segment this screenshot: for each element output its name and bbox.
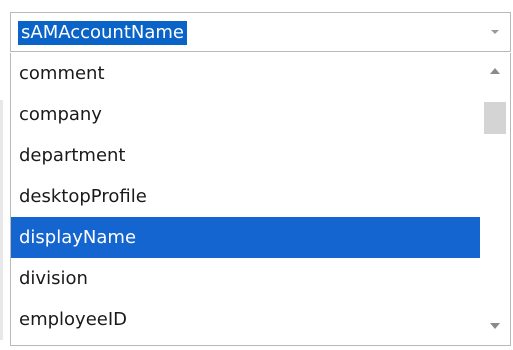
attribute-dropdown-window: sAMAccountName comment company departmen…	[0, 0, 513, 350]
attribute-combo-box[interactable]: sAMAccountName	[10, 12, 511, 52]
scroll-up-button[interactable]	[480, 59, 510, 83]
background-sliver	[0, 100, 3, 340]
vertical-scrollbar[interactable]	[480, 53, 510, 344]
list-item-employeeid[interactable]: employeeID	[11, 299, 481, 340]
scroll-down-button[interactable]	[480, 314, 510, 338]
combo-dropdown-button[interactable]	[480, 13, 510, 51]
scroll-up-arrow-icon	[490, 68, 500, 74]
list-item-comment[interactable]: comment	[11, 53, 481, 94]
attribute-dropdown-list[interactable]: comment company department desktopProfil…	[10, 53, 511, 346]
chevron-down-icon	[491, 30, 499, 34]
list-item-division[interactable]: division	[11, 258, 481, 299]
list-item-desktopprofile[interactable]: desktopProfile	[11, 176, 481, 217]
list-item-displayname[interactable]: displayName	[11, 217, 481, 258]
scroll-down-arrow-icon	[490, 323, 500, 329]
combo-selected-value[interactable]: sAMAccountName	[18, 21, 188, 45]
list-items: comment company department desktopProfil…	[11, 53, 481, 340]
list-item-company[interactable]: company	[11, 94, 481, 135]
scrollbar-thumb[interactable]	[484, 102, 506, 134]
list-item-department[interactable]: department	[11, 135, 481, 176]
